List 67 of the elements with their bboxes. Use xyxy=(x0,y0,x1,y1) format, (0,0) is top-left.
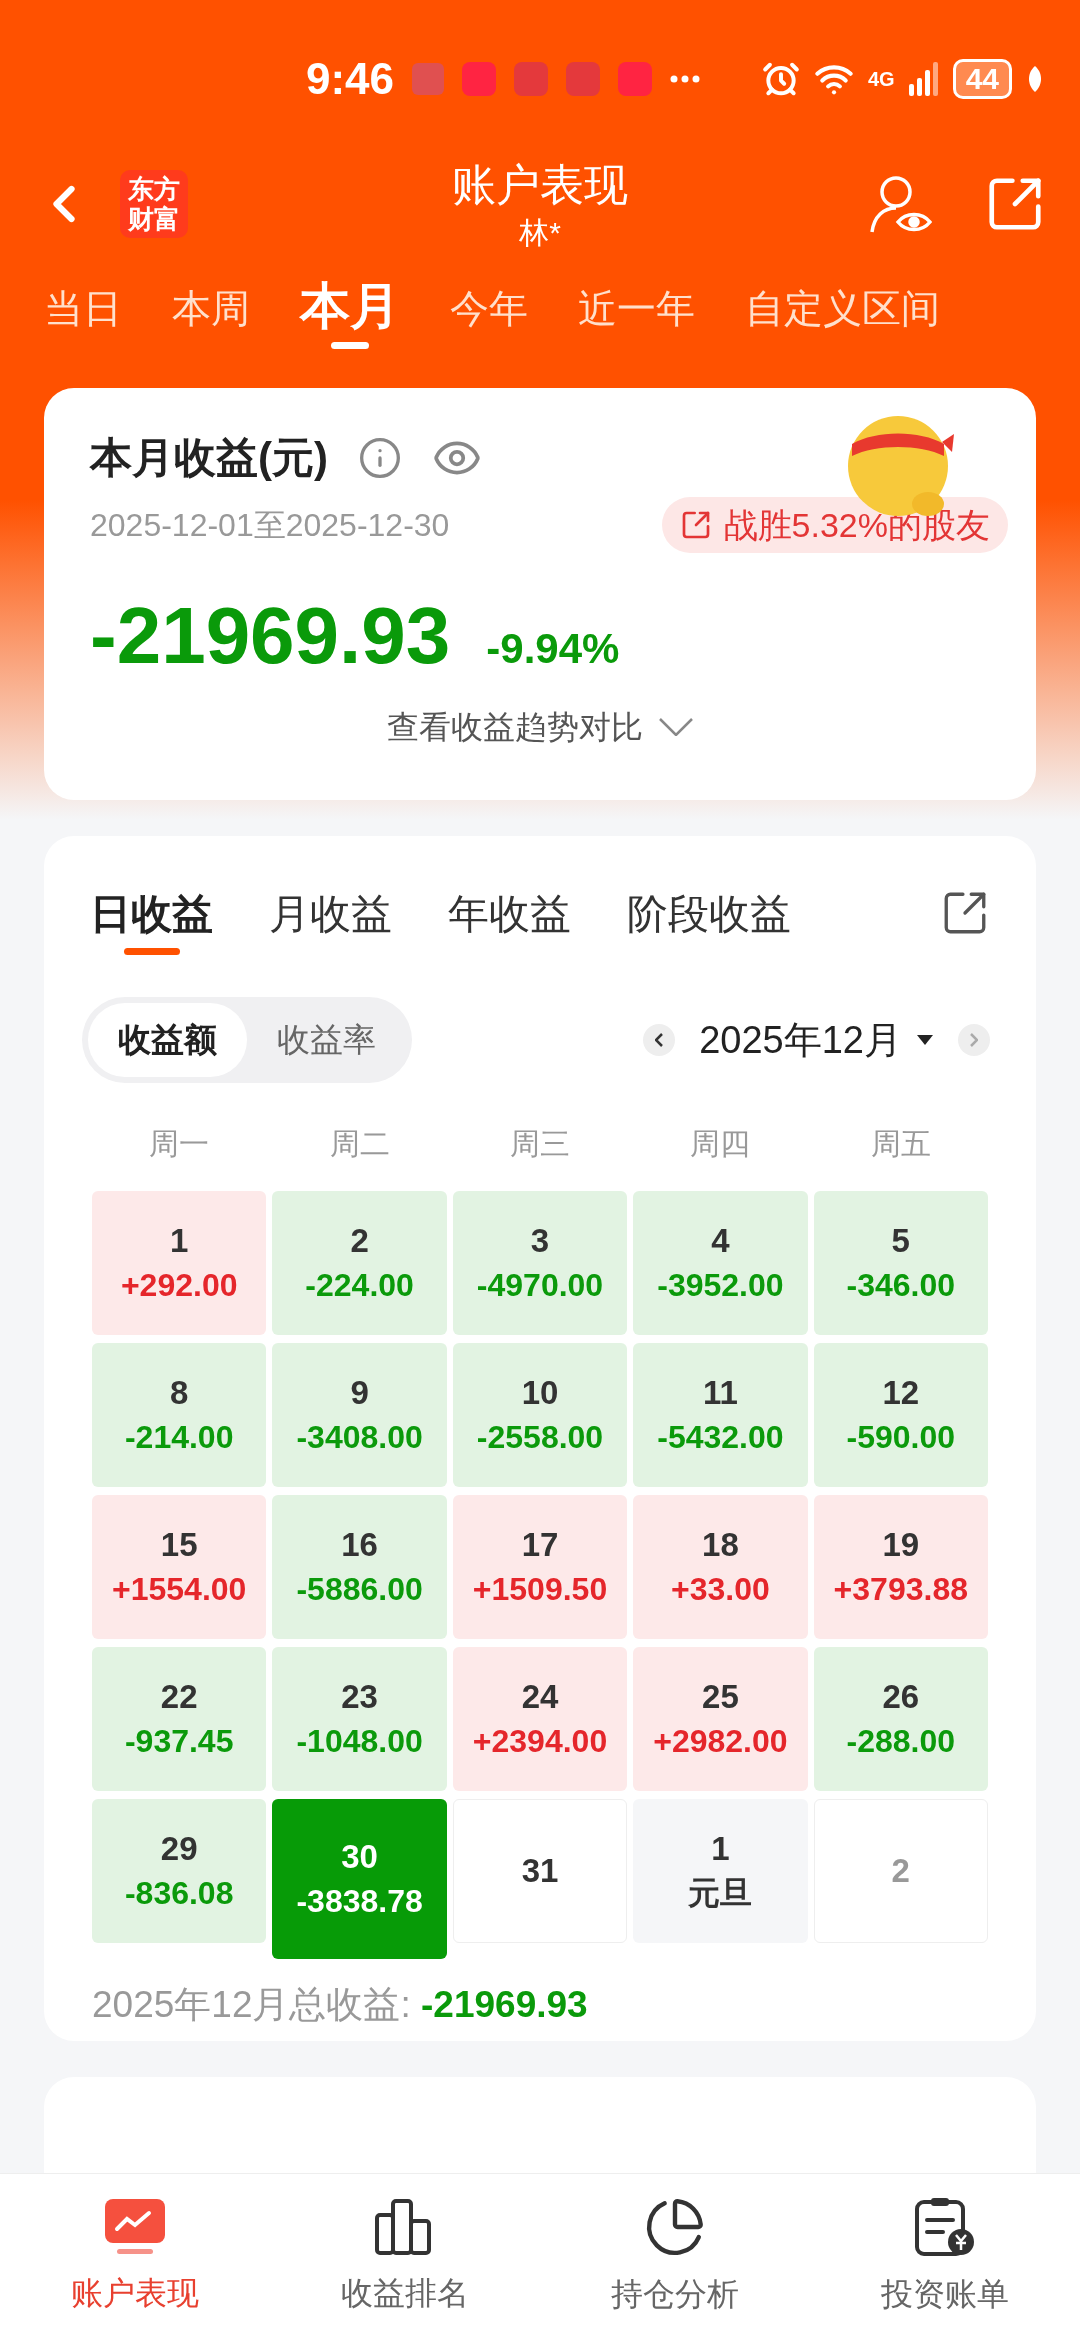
app-notification-icon xyxy=(566,61,601,96)
calendar-day-cell[interactable]: 11 -5432.00 xyxy=(633,1343,808,1488)
calendar-day-cell[interactable]: 3 -4970.00 xyxy=(452,1191,628,1336)
bill-icon xyxy=(913,2196,977,2259)
calendar-day-cell[interactable]: 5 -346.00 xyxy=(813,1191,988,1336)
earnings-tab[interactable]: 年收益 xyxy=(448,888,571,956)
account-name: 林* xyxy=(519,214,561,251)
next-month-button[interactable] xyxy=(958,1024,990,1057)
network-type: 4G xyxy=(867,68,895,89)
return-percent: -9.94% xyxy=(486,624,620,675)
nav-tab[interactable]: 账户表现 xyxy=(0,2174,270,2340)
calendar-day-cell[interactable]: 29 -836.08 xyxy=(92,1799,267,1944)
caret-icon xyxy=(916,1034,934,1047)
more-icon xyxy=(670,74,701,83)
calendar-day-cell[interactable]: 10 -2558.00 xyxy=(452,1343,628,1488)
weekday-label: 周一 xyxy=(148,1126,211,1163)
card-title: 本月收益(元) xyxy=(90,433,328,484)
app-notification-icon xyxy=(462,61,497,96)
weekday-label: 周四 xyxy=(689,1126,752,1163)
weekday-label: 周五 xyxy=(869,1126,932,1163)
earnings-tab[interactable]: 日收益 xyxy=(90,888,213,956)
status-time: 9:46 xyxy=(306,52,395,105)
weekday-label: 周三 xyxy=(509,1126,571,1163)
calendar-day-cell[interactable]: 25 +2982.00 xyxy=(633,1647,808,1792)
calendar-day-cell[interactable]: 18 +33.00 xyxy=(633,1495,808,1640)
calendar-day-cell[interactable]: 15 +1554.00 xyxy=(92,1495,267,1640)
app-notification-icon xyxy=(514,61,549,96)
app-logo[interactable]: 东方财富 xyxy=(120,169,188,238)
battery-alert-icon xyxy=(412,62,445,95)
nav-tab[interactable]: 收益排名 xyxy=(270,2174,540,2340)
app-notification-icon xyxy=(618,61,653,96)
battery-indicator: 44 xyxy=(952,58,1012,99)
chevron-down-icon xyxy=(659,718,693,737)
toggle-option[interactable]: 收益率 xyxy=(247,1003,406,1078)
chevron-left-icon xyxy=(655,1033,664,1048)
calendar-day-cell[interactable]: 26 -288.00 xyxy=(813,1647,988,1792)
weekday-label: 周二 xyxy=(328,1126,391,1163)
calendar-day-cell[interactable]: 23 -1048.00 xyxy=(272,1647,447,1792)
total-amount: -21969.93 xyxy=(90,591,451,682)
calendar-day-cell[interactable]: 30 -3838.78 xyxy=(272,1799,447,1960)
month-total: 2025年12月总收益: -21969.93 xyxy=(91,1983,589,2028)
calendar-day-cell[interactable]: 12 -590.00 xyxy=(813,1343,988,1488)
earnings-tab[interactable]: 阶段收益 xyxy=(627,888,791,956)
calendar-day-cell[interactable]: 8 -214.00 xyxy=(92,1343,267,1488)
signal-icon xyxy=(908,61,939,96)
chevron-right-icon xyxy=(970,1033,978,1048)
calendar-day-cell[interactable]: 24 +2394.00 xyxy=(452,1647,628,1792)
calendar-day-cell[interactable]: 16 -5886.00 xyxy=(272,1495,447,1640)
calendar-day-cell[interactable]: 1 元旦 xyxy=(633,1799,808,1944)
toggle-option[interactable]: 收益额 xyxy=(88,1003,247,1078)
calendar-day-cell[interactable]: 22 -937.45 xyxy=(92,1647,267,1792)
nav-tab[interactable]: 持仓分析 xyxy=(540,2174,810,2340)
calendar-day-cell[interactable]: 17 +1509.50 xyxy=(452,1495,628,1640)
earnings-tab[interactable]: 月收益 xyxy=(269,888,392,956)
month-picker[interactable]: 2025年12月 xyxy=(699,1011,934,1069)
trend-compare-link[interactable]: 查看收益趋势对比 xyxy=(90,703,990,752)
calendar-day-cell[interactable]: 2 -224.00 xyxy=(272,1191,447,1336)
calendar-day-cell[interactable]: 31 xyxy=(452,1799,628,1944)
calendar-day-cell[interactable]: 4 -3952.00 xyxy=(633,1191,808,1336)
previous-month-button[interactable] xyxy=(643,1024,676,1057)
page-title: 账户表现 xyxy=(452,158,628,211)
calendar-day-cell[interactable]: 1 +292.00 xyxy=(92,1191,267,1336)
info-icon[interactable] xyxy=(358,435,402,480)
nav-tab[interactable]: 投资账单 xyxy=(810,2174,1080,2340)
calendar-day-cell[interactable]: 9 -3408.00 xyxy=(272,1343,447,1488)
calendar-day-cell[interactable]: 19 +3793.88 xyxy=(813,1495,988,1640)
date-range: 2025-12-01至2025-12-30 xyxy=(90,506,450,546)
